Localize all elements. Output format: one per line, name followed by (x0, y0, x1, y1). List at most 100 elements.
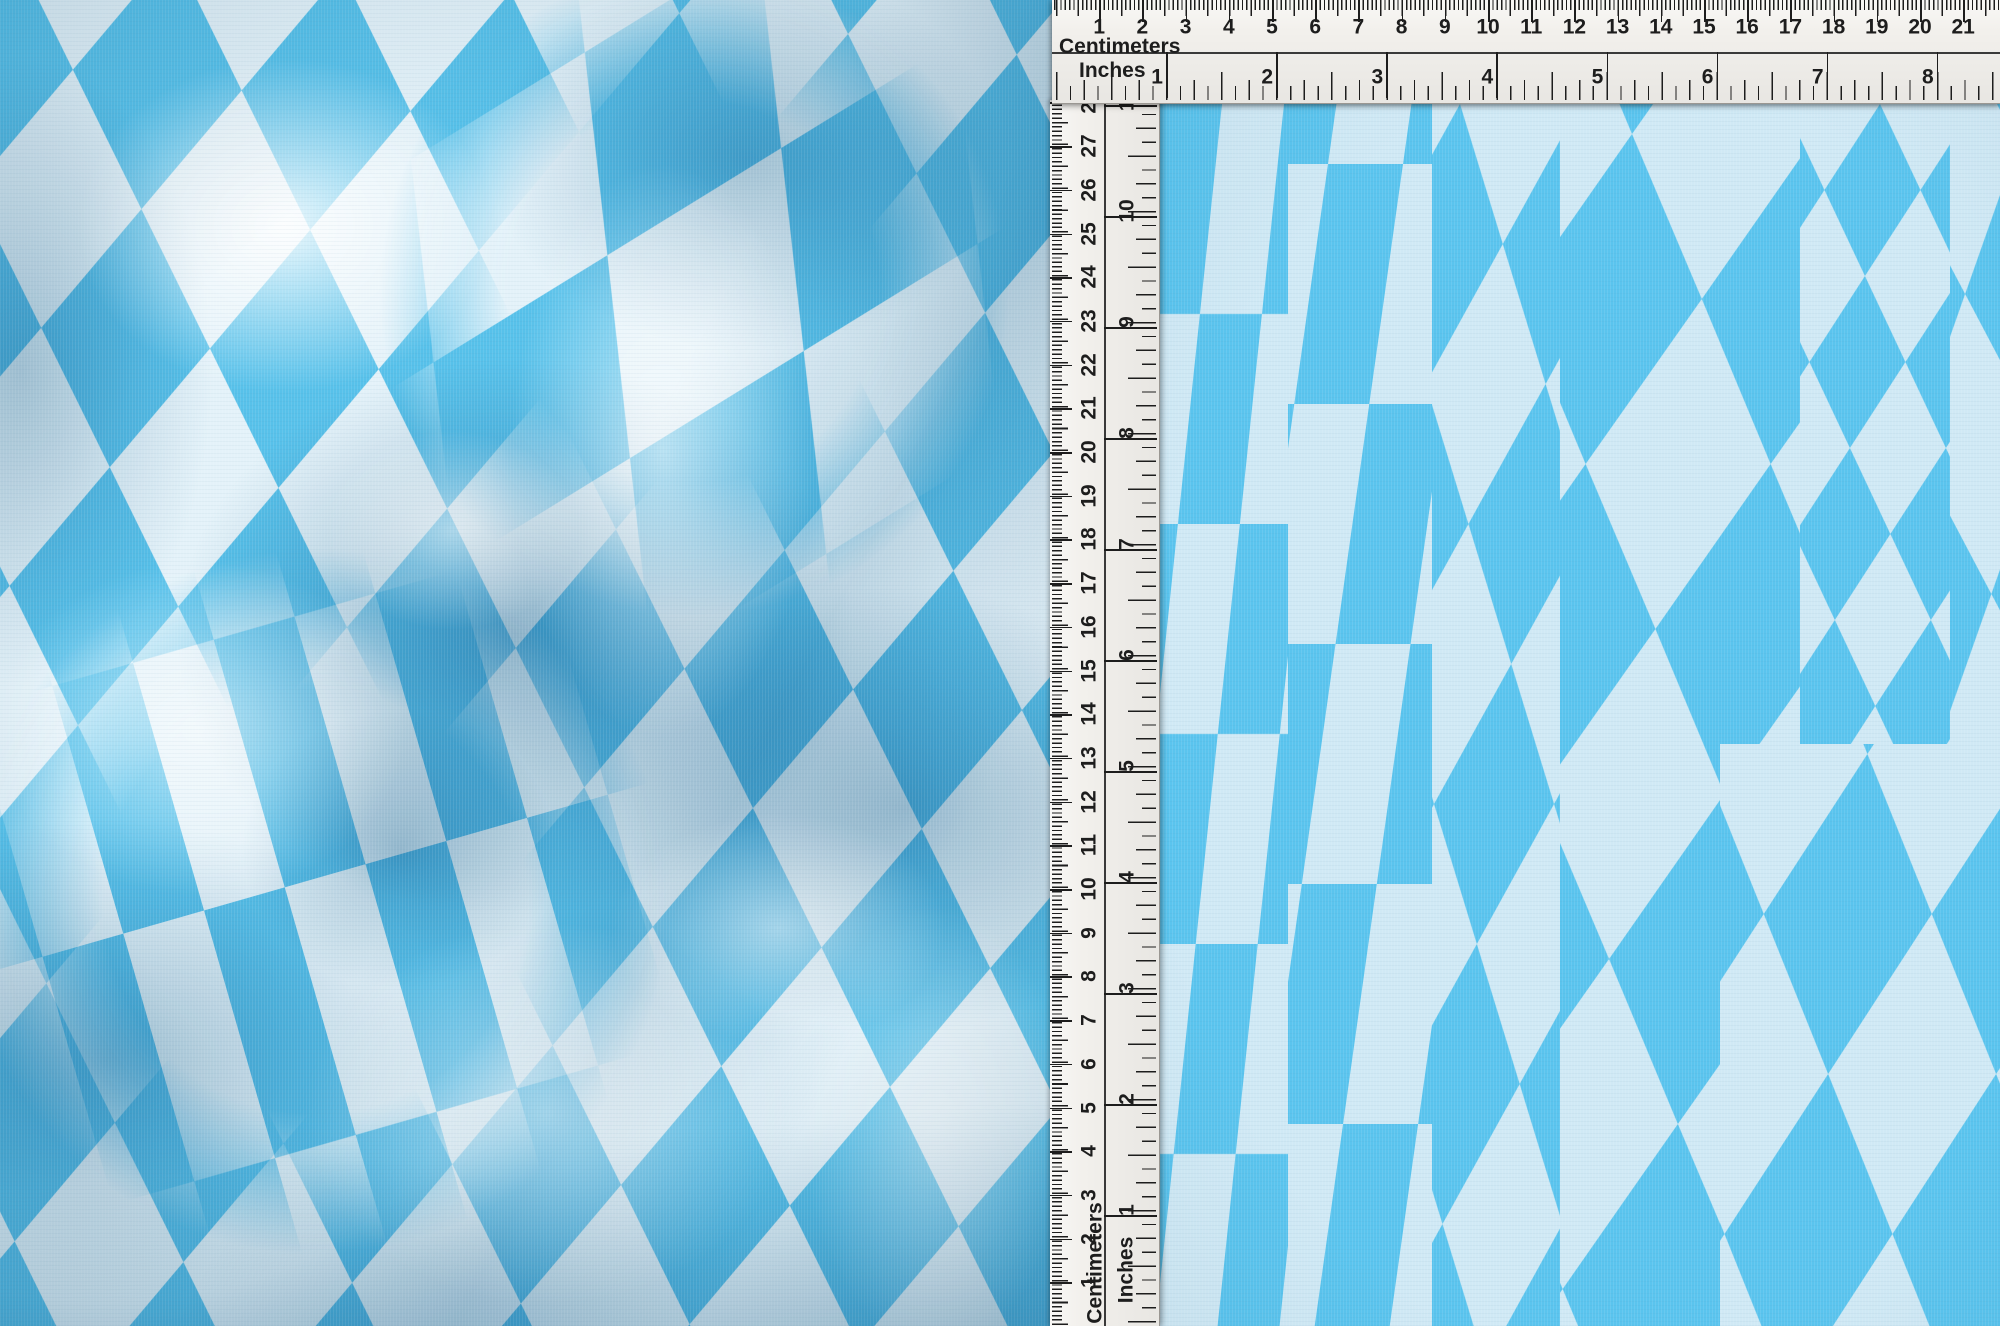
cm-tick (1050, 1064, 1072, 1066)
cm-number: 3 (1079, 1189, 1100, 1201)
cm-number: 19 (1079, 484, 1100, 507)
inch-number: 1 (1151, 67, 1163, 88)
cm-number: 17 (1779, 17, 1802, 38)
cm-tick (1050, 933, 1072, 935)
glitch-diamond-pattern (1160, 104, 2000, 1326)
cm-tick (1050, 408, 1072, 410)
pattern-fill (0, 0, 1052, 1326)
inch-number: 7 (1117, 538, 1138, 550)
inch-number: 7 (1812, 67, 1824, 88)
cm-number: 16 (1079, 615, 1100, 638)
cm-tick (1050, 714, 1072, 716)
pattern-band (1288, 104, 1434, 1326)
inch-number: 4 (1117, 871, 1138, 883)
inch-number: 2 (1261, 67, 1273, 88)
cm-number: 6 (1079, 1058, 1100, 1070)
cm-number: 21 (1079, 397, 1100, 420)
fabric-fold-patch-rotated (0, 0, 1052, 1326)
cm-number: 5 (1266, 17, 1278, 38)
inch-number: 1 (1117, 1204, 1138, 1216)
inch-number: 5 (1592, 67, 1604, 88)
cm-tick (1050, 1282, 1072, 1284)
cm-tick (1050, 583, 1072, 585)
vertical-ruler: 1234567891011121314151617181920212223242… (1050, 100, 1160, 1326)
flat-fabric-swatch (1160, 104, 2000, 1326)
cm-tick (1050, 802, 1072, 804)
inch-number: 9 (1117, 316, 1138, 328)
cm-number: 7 (1353, 17, 1365, 38)
pattern-band (1432, 104, 1562, 1326)
ruler-marks: 1234567891011121314151617181920211234567… (1052, 0, 2000, 103)
inch-number: 6 (1117, 649, 1138, 661)
inch-tick (1166, 52, 1168, 98)
pattern-band (1160, 104, 1290, 1326)
inch-number: 5 (1117, 760, 1138, 772)
inch-number: 10 (1117, 199, 1138, 222)
inch-number: 6 (1702, 67, 1714, 88)
pattern-band (1720, 744, 2000, 1326)
centimeters-label: Centimeters (1059, 36, 1180, 57)
cm-tick (1050, 234, 1072, 236)
inch-number: 4 (1482, 67, 1494, 88)
inch-number: 2 (1117, 1093, 1138, 1105)
cm-number: 13 (1079, 746, 1100, 769)
cm-number: 12 (1563, 17, 1586, 38)
inch-number: 3 (1371, 67, 1383, 88)
cm-number: 11 (1520, 17, 1542, 38)
cm-tick (1050, 539, 1072, 541)
cm-number: 24 (1079, 266, 1100, 289)
cm-number: 7 (1079, 1014, 1100, 1026)
cm-number: 9 (1439, 17, 1451, 38)
cm-number: 5 (1079, 1102, 1100, 1114)
cm-number: 27 (1079, 134, 1100, 157)
cm-number: 22 (1079, 353, 1100, 376)
cm-number: 23 (1079, 309, 1100, 332)
cm-number: 25 (1079, 222, 1100, 245)
cm-tick (1050, 1020, 1072, 1022)
cm-number: 20 (1079, 440, 1100, 463)
inch-number: 3 (1117, 982, 1138, 994)
cm-tick (1050, 1239, 1072, 1241)
cm-number: 9 (1079, 927, 1100, 939)
cm-number: 6 (1309, 17, 1321, 38)
cm-number: 8 (1079, 971, 1100, 983)
cm-number: 18 (1822, 17, 1845, 38)
cm-number: 8 (1396, 17, 1408, 38)
cm-tick (1050, 496, 1072, 498)
inches-label: Inches (1079, 60, 1146, 81)
cm-tick (1050, 627, 1072, 629)
cm-tick (1050, 845, 1072, 847)
fabric-product-photo: 1234567891011121314151617181920212223242… (0, 0, 2000, 1326)
cm-number: 26 (1079, 178, 1100, 201)
cm-tick (1050, 1195, 1072, 1197)
inches-label: Inches (1116, 1237, 1137, 1304)
cm-tick (1050, 190, 1072, 192)
cm-number: 17 (1079, 571, 1100, 594)
cm-number: 4 (1223, 17, 1235, 38)
cm-tick (1050, 452, 1072, 454)
inch-tick (1827, 52, 1829, 98)
cm-number: 15 (1692, 17, 1715, 38)
inch-number: 8 (1922, 67, 1934, 88)
cm-tick (1050, 277, 1072, 279)
cm-number: 3 (1180, 17, 1192, 38)
cm-tick (1050, 321, 1072, 323)
inch-number: 8 (1117, 427, 1138, 439)
cm-number: 14 (1079, 703, 1100, 726)
rotated-diamond-pattern (0, 0, 1052, 1326)
cm-number: 18 (1079, 528, 1100, 551)
cm-number: 15 (1079, 659, 1100, 682)
crumpled-fabric-photo (0, 0, 1052, 1326)
inch-tick (1607, 52, 1609, 98)
cm-tick (1050, 146, 1072, 148)
cm-number: 10 (1476, 17, 1499, 38)
cm-tick (1050, 1151, 1072, 1153)
cm-number: 20 (1908, 17, 1931, 38)
inch-tick (1276, 52, 1278, 98)
cm-number: 14 (1649, 17, 1672, 38)
cm-number: 19 (1865, 17, 1888, 38)
cm-tick (1050, 1108, 1072, 1110)
cm-number: 4 (1079, 1145, 1100, 1157)
cm-number: 10 (1079, 877, 1100, 900)
inch-tick (1717, 52, 1719, 98)
